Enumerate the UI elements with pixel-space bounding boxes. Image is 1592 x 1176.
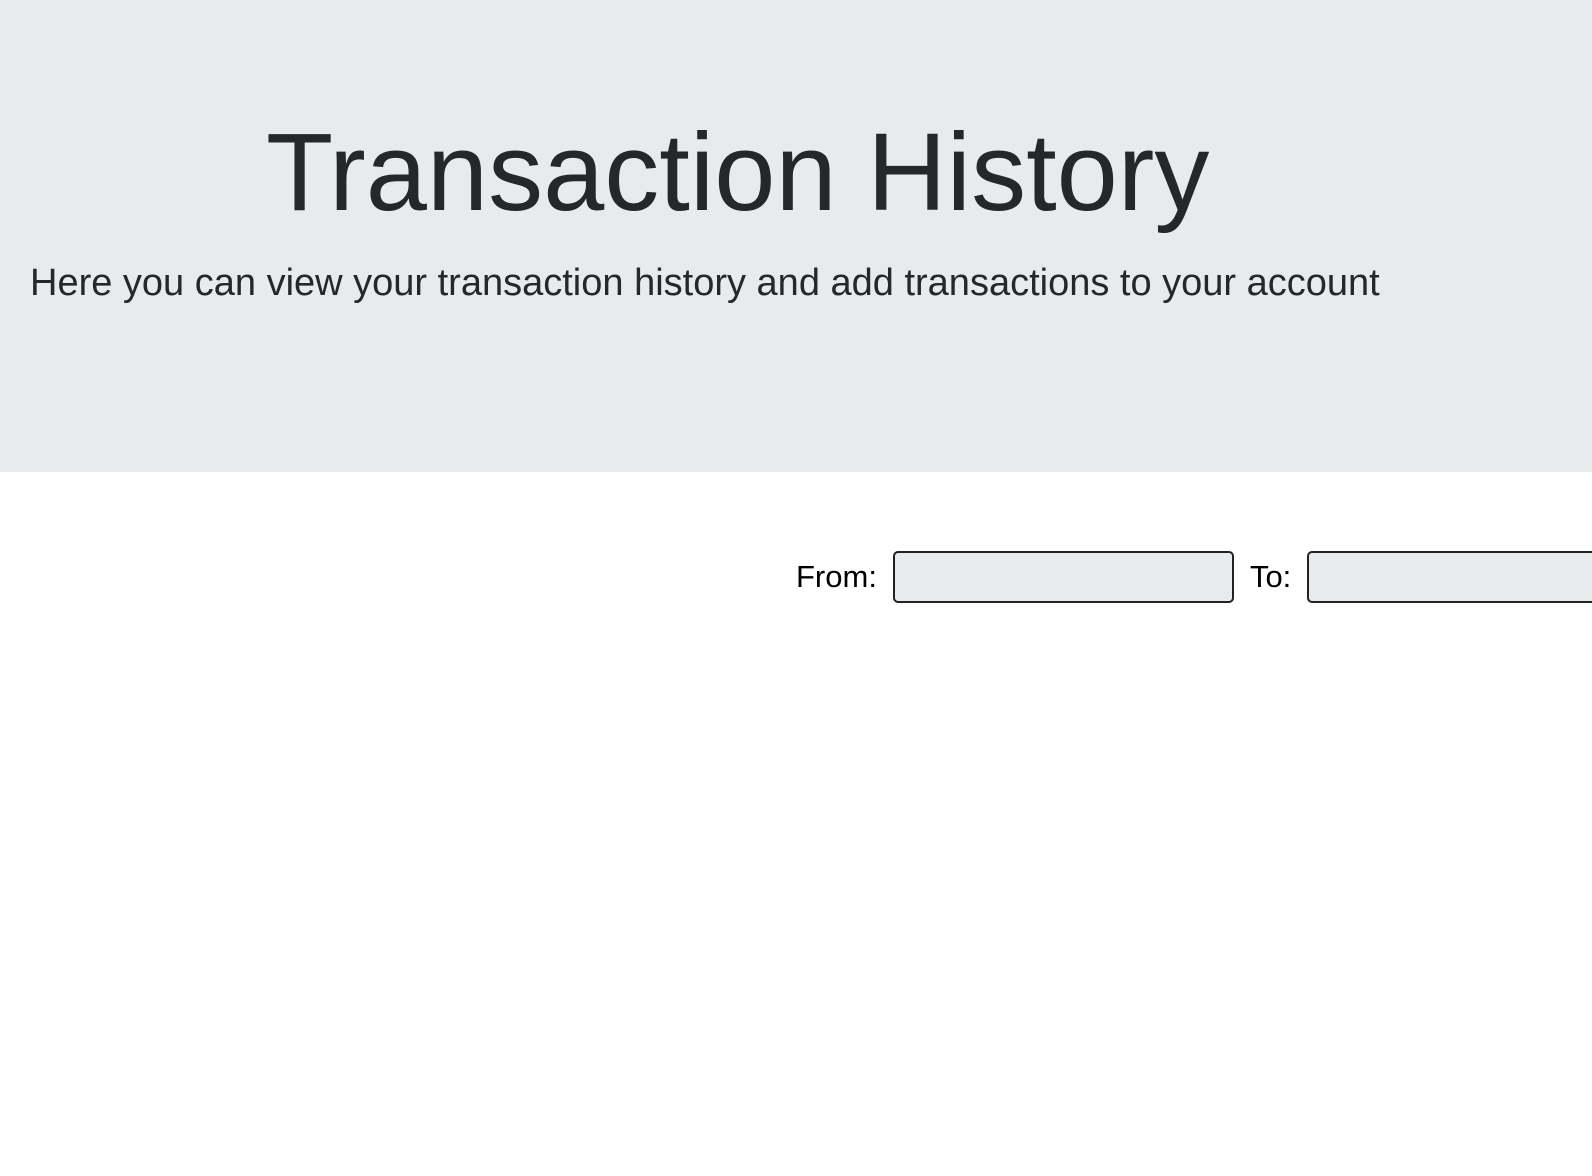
to-date-input[interactable]: [1307, 551, 1592, 603]
from-date-input[interactable]: [892, 551, 1234, 603]
page-title: Transaction History: [266, 111, 1210, 234]
page: Transaction History Here you can view yo…: [0, 0, 1592, 1176]
page-description: Here you can view your transaction histo…: [30, 262, 1380, 304]
date-filter: From: To:: [796, 550, 1592, 604]
to-label: To:: [1249, 559, 1292, 594]
from-label: From:: [796, 559, 877, 594]
hero-banner: Transaction History Here you can view yo…: [0, 0, 1592, 472]
